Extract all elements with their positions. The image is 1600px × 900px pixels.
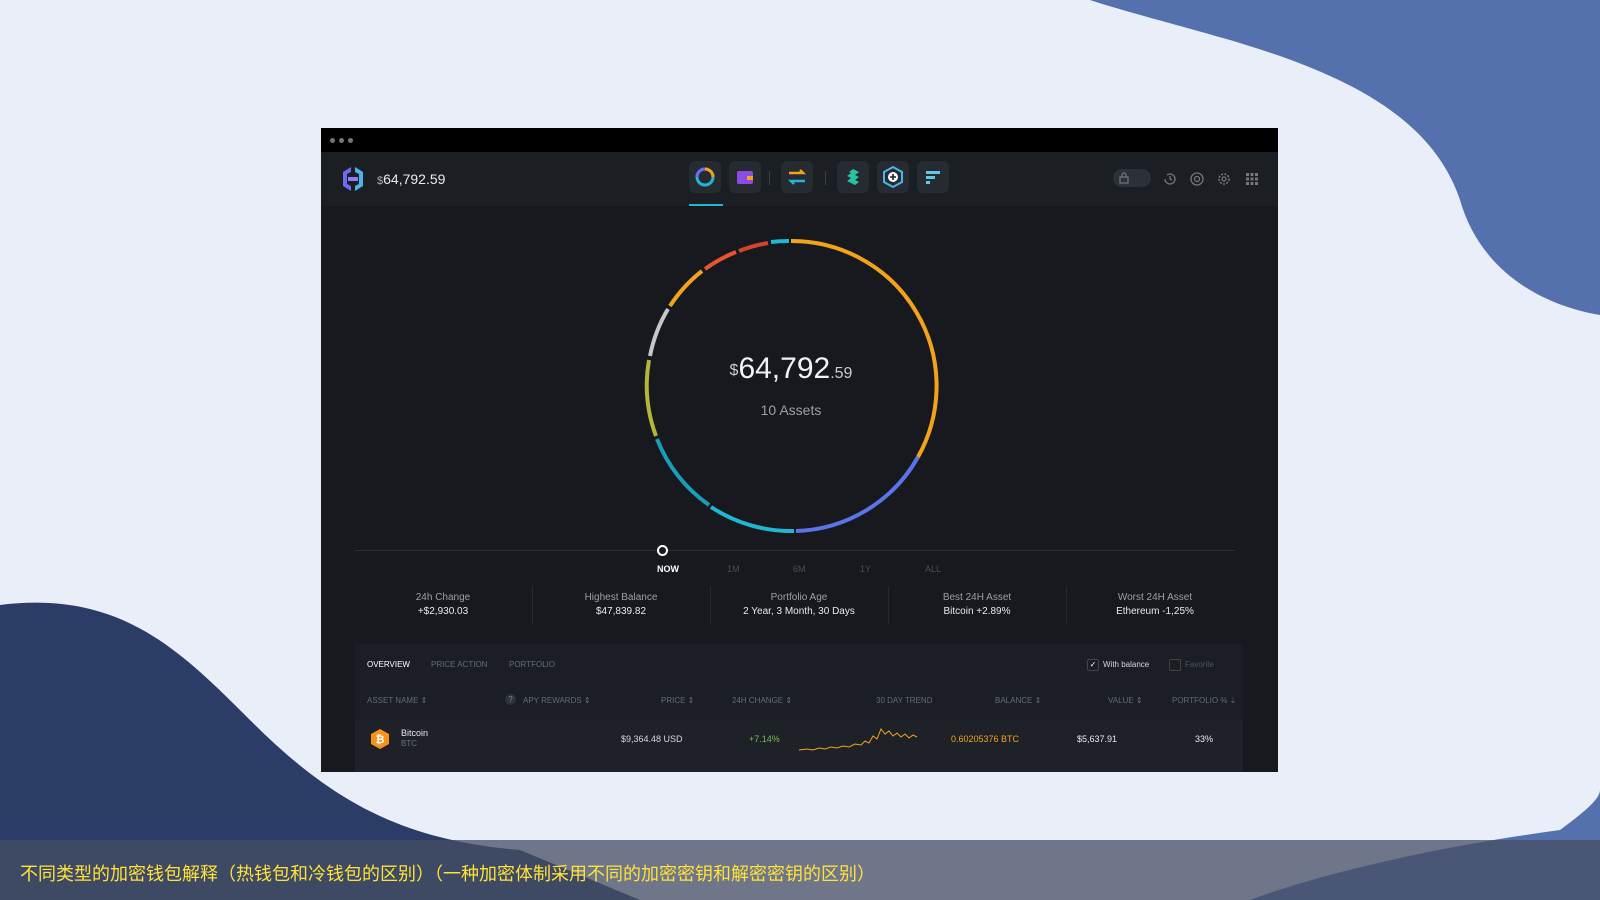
exchange-nav-button[interactable] (781, 161, 813, 193)
stat-portfolio-age: Portfolio Age 2 Year, 3 Month, 30 Days (719, 592, 879, 617)
stat-value: Bitcoin +2.89% (943, 606, 1011, 617)
stat-highest-balance: Highest Balance $47,839.82 (541, 592, 701, 617)
stat-value: $47,839.82 (595, 606, 647, 617)
col-24h-change[interactable]: 24H CHANGE ⇕ (732, 696, 792, 705)
portfolio-nav-button[interactable] (689, 161, 721, 193)
apy-help-icon[interactable]: ? (505, 694, 516, 705)
asset-ticker: BTC (401, 739, 417, 748)
stat-label: 24h Change (415, 592, 471, 603)
assets-count: 10 Assets (760, 402, 822, 418)
caption-bar: 不同类型的加密钱包解释（热钱包和冷钱包的区别）（一种加密体制采用不同的加密密钥和… (0, 840, 1600, 900)
stat-label: Portfolio Age (770, 592, 828, 603)
header-balance: $64,792.59 (377, 171, 445, 187)
asset-price: $9,364.48 USD (621, 734, 683, 744)
col-value[interactable]: VALUE ⇕ (1108, 696, 1143, 705)
lock-icon (1119, 172, 1129, 184)
with-balance-label: With balance (1103, 660, 1150, 669)
donut-value-int: 64,792 (738, 352, 831, 385)
lock-toggle[interactable] (1113, 169, 1151, 187)
ftx-app-button[interactable] (917, 161, 949, 193)
add-app-button[interactable] (877, 161, 909, 193)
donut-currency: $ (729, 362, 739, 379)
with-balance-checkbox[interactable]: ✓ (1087, 659, 1099, 671)
stat-separator (710, 586, 711, 624)
table-row[interactable]: ₿ Bitcoin BTC $9,364.48 USD +7.14% 0.602… (355, 720, 1243, 772)
wallet-nav-button[interactable] (729, 161, 761, 193)
compound-app-button[interactable] (837, 161, 869, 193)
stat-24h-change: 24h Change +$2,930.03 (363, 592, 523, 617)
asset-portfolio-percent: 33% (1195, 734, 1214, 744)
portfolio-donut-chart[interactable] (641, 236, 941, 536)
trend-sparkline (799, 728, 918, 751)
col-price[interactable]: PRICE ⇕ (661, 696, 694, 705)
timeline-all[interactable]: ALL (925, 564, 941, 574)
col-portfolio-percent[interactable]: PORTFOLIO % ⇣ (1172, 696, 1236, 705)
donut-value-dec: .59 (830, 365, 853, 382)
asset-table-panel: OVERVIEW PRICE ACTION PORTFOLIO ✓ With b… (355, 644, 1243, 772)
favorite-label: Favorite (1185, 660, 1214, 669)
support-lifebuoy-icon[interactable] (1188, 170, 1206, 188)
stat-value: +$2,930.03 (417, 606, 469, 617)
tab-portfolio[interactable]: PORTFOLIO (509, 660, 555, 669)
asset-balance: 0.60205376 BTC (951, 734, 1020, 744)
asset-24h-change: +7.14% (749, 734, 780, 744)
timeline-handle[interactable] (657, 545, 668, 556)
exodus-logo-icon[interactable] (339, 165, 367, 193)
stat-label: Highest Balance (584, 592, 658, 603)
caption-text: 不同类型的加密钱包解释（热钱包和冷钱包的区别）（一种加密体制采用不同的加密密钥和… (20, 864, 875, 885)
stat-separator (1066, 586, 1067, 624)
ftx-icon (926, 171, 940, 184)
wallet-icon (737, 171, 753, 184)
portfolio-ring-icon (695, 167, 715, 187)
tab-overview[interactable]: OVERVIEW (367, 660, 410, 669)
col-30-day-trend: 30 DAY TREND (876, 696, 933, 705)
apps-grid-icon[interactable] (1243, 170, 1261, 188)
stat-label: Best 24H Asset (942, 592, 1012, 603)
window-titlebar (321, 128, 1278, 152)
col-balance[interactable]: BALANCE ⇕ (995, 696, 1041, 705)
compound-icon (847, 169, 859, 185)
stat-best-asset: Best 24H Asset Bitcoin +2.89% (897, 592, 1057, 617)
stat-value: Ethereum -1,25% (1116, 606, 1194, 617)
stat-label: Worst 24H Asset (1117, 592, 1193, 603)
stat-separator (532, 586, 533, 624)
col-asset-name[interactable]: ASSET NAME ⇕ (367, 696, 427, 705)
app-window: $64,792.59 $64,792.59 10 Assets NOW 1M 6… (321, 128, 1278, 772)
exchange-arrows-icon (787, 169, 807, 185)
stat-worst-asset: Worst 24H Asset Ethereum -1,25% (1075, 592, 1235, 617)
nav-separator (769, 171, 770, 185)
timeline-1y[interactable]: 1Y (860, 564, 871, 574)
timeline-1m[interactable]: 1M (727, 564, 740, 574)
asset-name: Bitcoin (401, 728, 429, 738)
donut-total: $64,792.59 (641, 352, 941, 386)
balance-value: 64,792.59 (383, 171, 446, 187)
stat-separator (888, 586, 889, 624)
settings-gear-icon[interactable] (1215, 170, 1233, 188)
tab-price-action[interactable]: PRICE ACTION (431, 660, 487, 669)
portfolio-main: $64,792.59 10 Assets NOW 1M 6M 1Y ALL 24… (321, 206, 1278, 772)
bitcoin-icon: ₿ (371, 729, 389, 749)
timeline-6m[interactable]: 6M (793, 564, 806, 574)
asset-value: $5,637.91 (1077, 734, 1118, 744)
history-icon[interactable] (1161, 170, 1179, 188)
window-dot-maximize[interactable] (348, 138, 353, 143)
favorite-checkbox[interactable] (1169, 659, 1181, 671)
nav-separator (825, 171, 826, 185)
timeline-track (355, 550, 1235, 551)
hexagon-plus-icon (883, 165, 903, 189)
col-apy-rewards[interactable]: APY REWARDS ⇕ (523, 696, 591, 705)
top-navigation: $64,792.59 (321, 152, 1278, 206)
timeline-now[interactable]: NOW (657, 564, 679, 574)
stat-value: 2 Year, 3 Month, 30 Days (743, 606, 855, 617)
window-dot-close[interactable] (330, 138, 335, 143)
window-dot-minimize[interactable] (339, 138, 344, 143)
svg-text:₿: ₿ (376, 733, 385, 746)
